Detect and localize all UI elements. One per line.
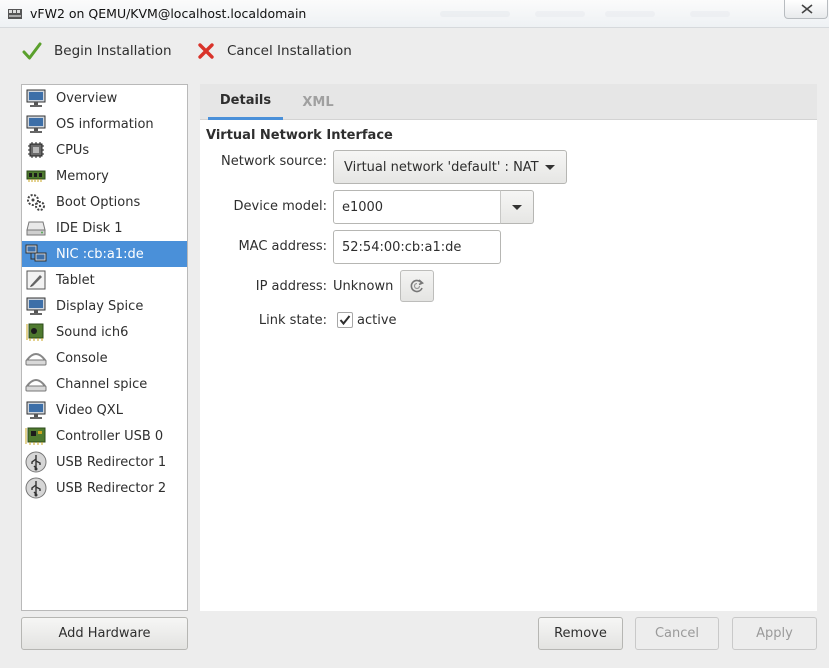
background-blur bbox=[535, 11, 585, 17]
section-title: Virtual Network Interface bbox=[206, 128, 393, 143]
mac-address-value: 52:54:00:cb:a1:de bbox=[342, 239, 462, 255]
red-x-icon bbox=[198, 43, 214, 59]
network-icon bbox=[25, 243, 47, 265]
sidebar-item-boot-options[interactable]: Boot Options bbox=[22, 189, 187, 215]
sidebar-item-video-qxl[interactable]: Video QXL bbox=[22, 397, 187, 423]
sidebar-item-display-spice[interactable]: Display Spice bbox=[22, 293, 187, 319]
device-model-dropdown-button[interactable] bbox=[500, 190, 534, 224]
monitor-icon bbox=[25, 87, 47, 109]
tab-bar: Details XML bbox=[200, 84, 817, 120]
chevron-down-icon bbox=[545, 165, 555, 170]
mac-address-label: MAC address: bbox=[238, 239, 327, 254]
gears-icon bbox=[25, 191, 47, 213]
controller-card-icon bbox=[25, 425, 47, 447]
virt-manager-app-icon bbox=[8, 9, 22, 19]
sidebar-item-overview[interactable]: Overview bbox=[22, 85, 187, 111]
tablet-icon bbox=[25, 269, 47, 291]
display-icon bbox=[25, 295, 47, 317]
cancel-button[interactable]: Cancel bbox=[635, 617, 719, 650]
monitor-info-icon bbox=[25, 113, 47, 135]
link-state-checkbox[interactable] bbox=[337, 312, 353, 328]
ip-address-label: IP address: bbox=[255, 279, 327, 294]
details-pane: Details XML Virtual Network Interface Ne… bbox=[200, 84, 817, 611]
device-model-input[interactable]: e1000 bbox=[333, 190, 501, 224]
tab-details[interactable]: Details bbox=[208, 84, 283, 120]
sidebar-item-console[interactable]: Console bbox=[22, 345, 187, 371]
device-model-value: e1000 bbox=[342, 199, 384, 215]
ip-address-value: Unknown bbox=[333, 279, 394, 294]
memory-icon bbox=[25, 165, 47, 187]
apply-button[interactable]: Apply bbox=[732, 617, 817, 650]
link-state-value[interactable]: active bbox=[357, 313, 397, 328]
window-close-button[interactable] bbox=[784, 0, 828, 19]
sidebar-item-os-information[interactable]: OS information bbox=[22, 111, 187, 137]
usb-icon bbox=[25, 451, 47, 473]
tab-xml[interactable]: XML bbox=[288, 84, 348, 120]
cancel-installation-button[interactable]: Cancel Installation bbox=[197, 39, 352, 63]
sidebar-item-channel-spice[interactable]: Channel spice bbox=[22, 371, 187, 397]
sidebar-item-nic[interactable]: NIC :cb:a1:de bbox=[22, 241, 187, 267]
mac-address-field[interactable]: 52:54:00:cb:a1:de bbox=[333, 230, 501, 264]
link-state-label: Link state: bbox=[258, 313, 327, 328]
sidebar-item-cpus[interactable]: CPUs bbox=[22, 137, 187, 163]
background-blur bbox=[440, 11, 510, 17]
window-titlebar[interactable]: vFW2 on QEMU/KVM@localhost.localdomain bbox=[0, 0, 829, 28]
toolbar: Begin Installation Cancel Installation bbox=[0, 29, 829, 73]
begin-installation-button[interactable]: Begin Installation bbox=[22, 39, 172, 63]
sound-card-icon bbox=[25, 321, 47, 343]
hardware-list[interactable]: Overview OS information CPUs Memory Boot… bbox=[21, 84, 188, 611]
remove-button[interactable]: Remove bbox=[538, 617, 623, 650]
sidebar-item-tablet[interactable]: Tablet bbox=[22, 267, 187, 293]
checkmark-icon bbox=[339, 315, 351, 326]
checkmark-icon bbox=[22, 42, 42, 60]
cpu-icon bbox=[25, 139, 47, 161]
serial-console-icon bbox=[25, 347, 47, 369]
window-title: vFW2 on QEMU/KVM@localhost.localdomain bbox=[30, 6, 307, 21]
background-blur bbox=[690, 11, 730, 17]
cancel-installation-label: Cancel Installation bbox=[227, 43, 352, 59]
sidebar-item-usb-redirector-2[interactable]: USB Redirector 2 bbox=[22, 475, 187, 501]
device-model-label: Device model: bbox=[233, 199, 327, 214]
chevron-down-icon bbox=[512, 205, 522, 210]
video-icon bbox=[25, 399, 47, 421]
network-source-dropdown[interactable]: Virtual network 'default' : NAT bbox=[333, 150, 567, 184]
sidebar-item-sound-ich6[interactable]: Sound ich6 bbox=[22, 319, 187, 345]
sidebar-item-usb-redirector-1[interactable]: USB Redirector 1 bbox=[22, 449, 187, 475]
add-hardware-button[interactable]: Add Hardware bbox=[21, 617, 188, 650]
sidebar-item-memory[interactable]: Memory bbox=[22, 163, 187, 189]
channel-icon bbox=[25, 373, 47, 395]
network-source-label: Network source: bbox=[221, 154, 327, 169]
network-source-value: Virtual network 'default' : NAT bbox=[344, 159, 539, 175]
close-icon bbox=[801, 4, 813, 14]
sidebar-item-controller-usb-0[interactable]: Controller USB 0 bbox=[22, 423, 187, 449]
usb-icon bbox=[25, 477, 47, 499]
refresh-ip-button[interactable] bbox=[400, 270, 434, 302]
disk-icon bbox=[25, 217, 47, 239]
refresh-icon bbox=[410, 279, 424, 293]
sidebar-item-ide-disk-1[interactable]: IDE Disk 1 bbox=[22, 215, 187, 241]
begin-installation-label: Begin Installation bbox=[54, 43, 172, 59]
background-blur bbox=[605, 11, 655, 17]
